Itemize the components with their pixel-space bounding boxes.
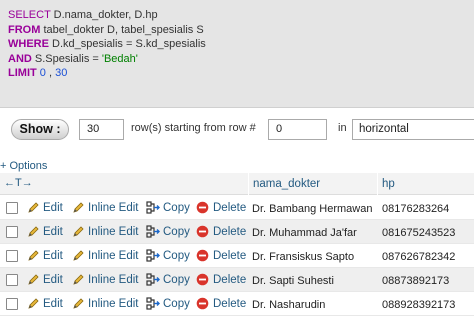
column-divider	[377, 173, 378, 195]
sql-line-select: SELECT D.nama_dokter, D.hp	[8, 8, 206, 23]
table-row: Edit Inline Edit Copy Delete Dr. Sapti Suhes…	[0, 268, 474, 292]
inline-edit-link[interactable]: Inline Edit	[88, 274, 139, 286]
edit-link[interactable]: Edit	[43, 250, 63, 262]
table-row: Edit Inline Edit Copy Delete Dr. Nasharudin 0…	[0, 292, 474, 316]
in-label: in	[338, 122, 347, 134]
row-checkbox[interactable]	[6, 250, 18, 262]
cell-nama-dokter: Dr. Nasharudin	[252, 299, 326, 311]
sql-keyword: LIMIT	[8, 67, 37, 79]
pencil-icon	[72, 297, 85, 315]
copy-link[interactable]: Copy	[163, 298, 190, 310]
sort-arrows-icon[interactable]: ←T→	[4, 177, 33, 189]
column-header-nama-dokter[interactable]: nama_dokter	[253, 178, 320, 190]
pencil-icon	[27, 225, 40, 243]
cell-hp: 088928392173	[382, 299, 456, 311]
sql-string: 'Bedah'	[98, 52, 138, 65]
sql-fragment: S.kd_spesialis	[132, 38, 206, 50]
sql-fragment: D.nama_dokter, D.hp	[50, 9, 158, 21]
cell-nama-dokter: Dr. Sapti Suhesti	[252, 275, 334, 287]
delete-link[interactable]: Delete	[213, 202, 246, 214]
pencil-icon	[27, 273, 40, 291]
pencil-icon	[72, 273, 85, 291]
row-checkbox[interactable]	[6, 226, 18, 238]
pencil-icon	[72, 249, 85, 267]
copy-icon	[146, 201, 160, 219]
column-divider	[248, 173, 249, 195]
cell-hp: 087626782342	[382, 251, 456, 263]
inline-edit-link[interactable]: Inline Edit	[88, 250, 139, 262]
sql-line-where: WHERE D.kd_spesialis = S.kd_spesialis	[8, 37, 206, 52]
row-checkbox[interactable]	[6, 202, 18, 214]
edit-link[interactable]: Edit	[43, 274, 63, 286]
sql-line-and: AND S.Spesialis = 'Bedah'	[8, 52, 206, 67]
copy-link[interactable]: Copy	[163, 226, 190, 238]
sql-number: 0	[36, 67, 46, 79]
copy-icon	[146, 225, 160, 243]
cell-nama-dokter: Dr. Bambang Hermawan	[252, 203, 373, 215]
edit-link[interactable]: Edit	[43, 298, 63, 310]
delete-link[interactable]: Delete	[213, 298, 246, 310]
cell-nama-dokter: Dr. Fransiskus Sapto	[252, 251, 355, 263]
inline-edit-link[interactable]: Inline Edit	[88, 226, 139, 238]
show-button[interactable]: Show :	[11, 119, 69, 140]
delete-link[interactable]: Delete	[213, 250, 246, 262]
row-checkbox[interactable]	[6, 298, 18, 310]
copy-link[interactable]: Copy	[163, 250, 190, 262]
sql-fragment: S.Spesialis	[31, 52, 93, 65]
delete-link[interactable]: Delete	[213, 274, 246, 286]
row-checkbox[interactable]	[6, 274, 18, 286]
sql-line-limit: LIMIT 0 , 30	[8, 66, 206, 81]
inline-edit-link[interactable]: Inline Edit	[88, 202, 139, 214]
sql-query-box: SELECT D.nama_dokter, D.hp FROM tabel_dok…	[0, 0, 474, 108]
delete-link[interactable]: Delete	[213, 226, 246, 238]
options-link[interactable]: + Options	[0, 160, 47, 172]
cell-hp: 081675243523	[382, 227, 456, 239]
sql-number: 30	[52, 67, 68, 79]
sql-keyword: FROM	[8, 23, 41, 36]
copy-link[interactable]: Copy	[163, 202, 190, 214]
pencil-icon	[27, 249, 40, 267]
table-row: Edit Inline Edit Copy Delete Dr. Bambang Her…	[0, 196, 474, 220]
delete-icon	[196, 249, 209, 267]
display-mode-select[interactable]: horizontal	[352, 119, 474, 140]
cell-hp: 08176283264	[382, 203, 450, 215]
delete-icon	[196, 273, 209, 291]
start-row-input[interactable]: 0	[268, 119, 327, 140]
sql-keyword: WHERE	[8, 38, 49, 50]
sql-line-from: FROM tabel_dokter D, tabel_spesialis S	[8, 23, 206, 38]
pencil-icon	[27, 297, 40, 315]
edit-link[interactable]: Edit	[43, 226, 63, 238]
copy-icon	[146, 249, 160, 267]
column-header-hp[interactable]: hp	[382, 178, 395, 190]
edit-link[interactable]: Edit	[43, 202, 63, 214]
table-row: Edit Inline Edit Copy Delete Dr. Muhammad Ja…	[0, 220, 474, 244]
pencil-icon	[72, 225, 85, 243]
table-header-row	[0, 173, 474, 195]
sql-fragment: tabel_dokter D, tabel_spesialis S	[40, 23, 204, 36]
inline-edit-link[interactable]: Inline Edit	[88, 298, 139, 310]
delete-icon	[196, 201, 209, 219]
sql-query-text: SELECT D.nama_dokter, D.hp FROM tabel_dok…	[8, 8, 206, 81]
delete-icon	[196, 225, 209, 243]
cell-hp: 08873892173	[382, 275, 450, 287]
delete-icon	[196, 297, 209, 315]
copy-link[interactable]: Copy	[163, 274, 190, 286]
sql-keyword: SELECT	[8, 9, 51, 21]
copy-icon	[146, 297, 160, 315]
sql-fragment: D.kd_spesialis	[48, 38, 126, 50]
pencil-icon	[27, 201, 40, 219]
copy-icon	[146, 273, 160, 291]
pencil-icon	[72, 201, 85, 219]
rows-count-input[interactable]: 30	[79, 119, 124, 140]
rows-starting-label: row(s) starting from row #	[131, 122, 256, 134]
sql-keyword: AND	[8, 52, 32, 65]
cell-nama-dokter: Dr. Muhammad Ja'far	[252, 227, 357, 239]
table-row: Edit Inline Edit Copy Delete Dr. Fransiskus …	[0, 244, 474, 268]
